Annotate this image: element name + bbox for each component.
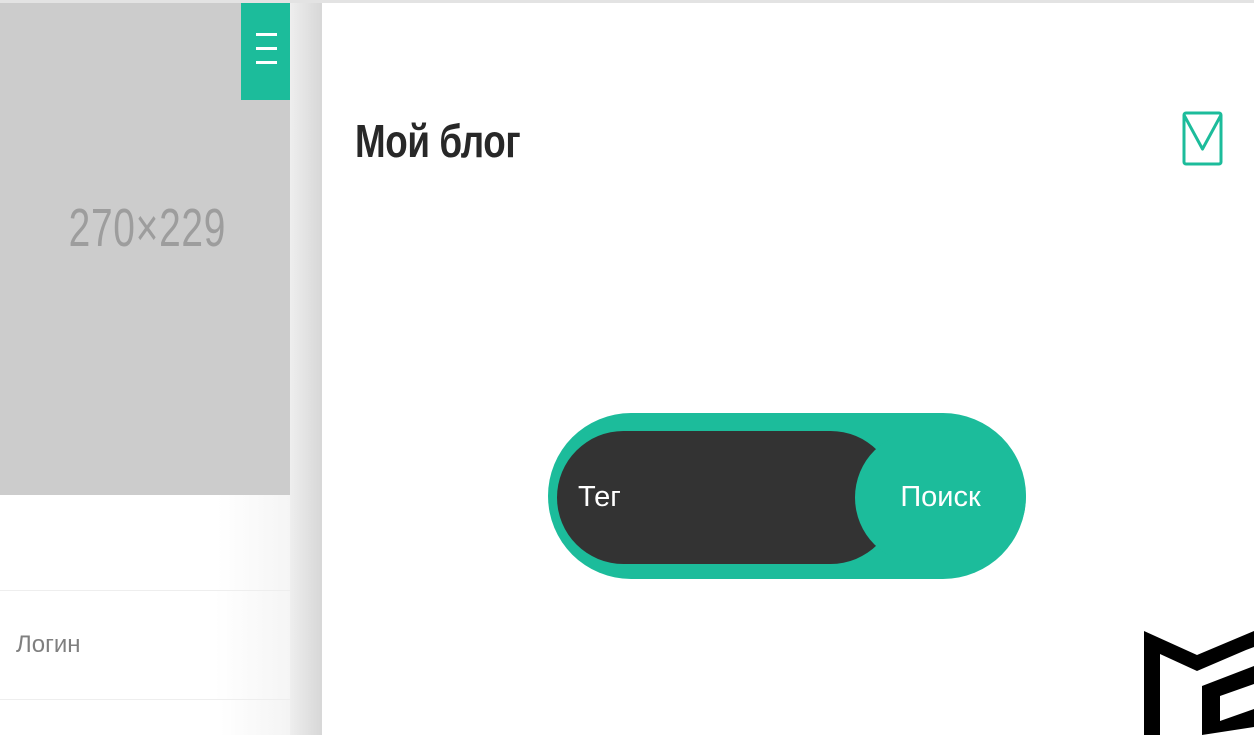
- menu-line-bottom: [256, 61, 277, 64]
- envelope-icon: [1182, 111, 1223, 166]
- tag-search-form: Поиск: [548, 413, 1026, 579]
- image-placeholder-label: 270×229: [68, 198, 226, 258]
- sidebar-bottom-panel: [0, 700, 290, 735]
- main-content: Мой блог Поиск: [322, 3, 1254, 735]
- tag-search-input[interactable]: [557, 431, 897, 564]
- sidebar: 270×229: [0, 3, 291, 735]
- login-input[interactable]: [0, 590, 290, 700]
- mail-button[interactable]: [1182, 111, 1223, 168]
- menu-line-top: [256, 33, 277, 36]
- menu-line-middle: [256, 47, 277, 50]
- logo-mark-icon: [1144, 631, 1254, 735]
- sidebar-divider: [290, 3, 322, 735]
- search-button[interactable]: Поиск: [855, 431, 1026, 564]
- corner-logo: [1144, 623, 1254, 735]
- hamburger-menu-icon: [256, 33, 277, 67]
- sidebar-gap: [0, 495, 290, 590]
- page: 270×229 Мой блог Поиск: [0, 0, 1254, 735]
- page-title: Мой блог: [355, 115, 521, 167]
- menu-button[interactable]: [241, 3, 290, 100]
